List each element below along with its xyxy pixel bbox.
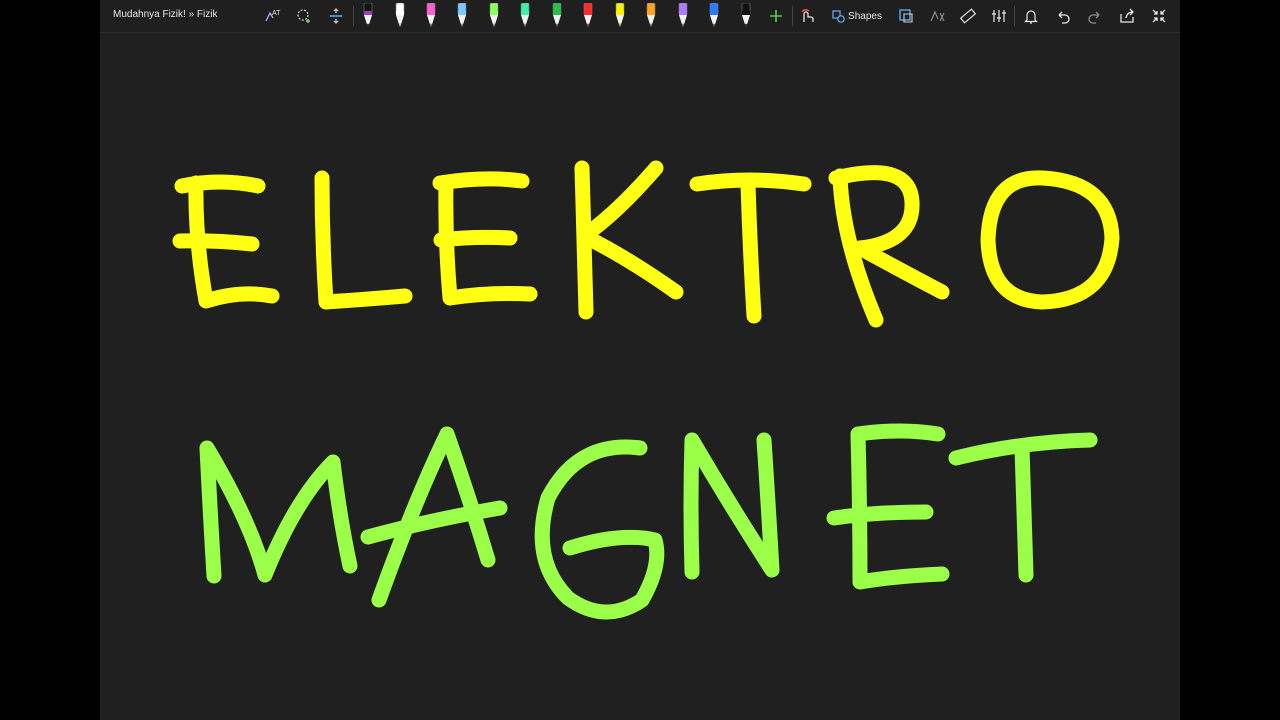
- ink-letter-E-3: [826, 423, 950, 590]
- draw-toolbar: Mudahnya Fizik! » Fizik AT Shapes: [100, 0, 1180, 33]
- pen-purple-icon[interactable]: [673, 3, 693, 28]
- ink-letter-T: [689, 172, 812, 324]
- ink-letter-L: [314, 170, 413, 310]
- pen-mint-icon[interactable]: [515, 3, 535, 28]
- ink-to-math-icon[interactable]: [925, 4, 949, 28]
- bell-icon[interactable]: [1019, 4, 1043, 28]
- pen-blue-icon[interactable]: [704, 3, 724, 28]
- svg-text:AT: AT: [272, 10, 281, 17]
- share-icon[interactable]: [1115, 4, 1139, 28]
- pen-lightgreen-icon[interactable]: [484, 3, 504, 28]
- add-space-icon[interactable]: [324, 4, 348, 28]
- shapes-icon: [832, 9, 845, 23]
- toolbar-divider: [1014, 6, 1015, 26]
- toolbar-divider: [353, 6, 354, 26]
- ink-letter-K: [574, 160, 684, 320]
- ink-word-magnet: [199, 423, 1098, 620]
- ink-letter-G: [534, 439, 665, 620]
- replay-icon[interactable]: [987, 4, 1011, 28]
- ink-letter-T-2: [948, 432, 1098, 583]
- pen-pink-icon[interactable]: [421, 3, 441, 28]
- ink-letter-R: [828, 165, 950, 328]
- pen-black-2-icon[interactable]: [736, 3, 756, 28]
- shapes-label: Shapes: [848, 10, 882, 22]
- pen-lightblue-icon[interactable]: [452, 3, 472, 28]
- shapes-button[interactable]: Shapes: [830, 4, 884, 28]
- ink-letter-E-2: [432, 171, 538, 306]
- exit-fullscreen-icon[interactable]: [1147, 4, 1171, 28]
- ink-letter-N: [683, 432, 780, 580]
- pen-white-icon[interactable]: [390, 3, 410, 28]
- ink-letter-A: [360, 426, 508, 608]
- drawing-canvas[interactable]: [100, 33, 1180, 720]
- redo-icon[interactable]: [1083, 4, 1107, 28]
- pen-yellow-icon[interactable]: [610, 3, 630, 28]
- ink-word-elektro: [172, 160, 1120, 328]
- pen-orange-icon[interactable]: [641, 3, 661, 28]
- ink-letter-E: [172, 174, 280, 309]
- pen-black-icon[interactable]: [358, 3, 378, 28]
- add-pen-icon[interactable]: [764, 4, 788, 28]
- onenote-window: Mudahnya Fizik! » Fizik AT Shapes: [100, 0, 1180, 720]
- ink-to-shape-icon[interactable]: [795, 4, 819, 28]
- ruler-icon[interactable]: [956, 4, 980, 28]
- lasso-select-icon[interactable]: [292, 4, 316, 28]
- ink-letter-O: [980, 170, 1120, 310]
- breadcrumb[interactable]: Mudahnya Fizik! » Fizik: [113, 9, 217, 20]
- toolbar-divider: [792, 6, 793, 26]
- pen-red-icon[interactable]: [578, 3, 598, 28]
- type-tool-icon[interactable]: AT: [260, 4, 284, 28]
- pen-green-icon[interactable]: [547, 3, 567, 28]
- ink-to-text-icon[interactable]: [894, 4, 918, 28]
- undo-icon[interactable]: [1051, 4, 1075, 28]
- ink-letter-M: [199, 440, 358, 584]
